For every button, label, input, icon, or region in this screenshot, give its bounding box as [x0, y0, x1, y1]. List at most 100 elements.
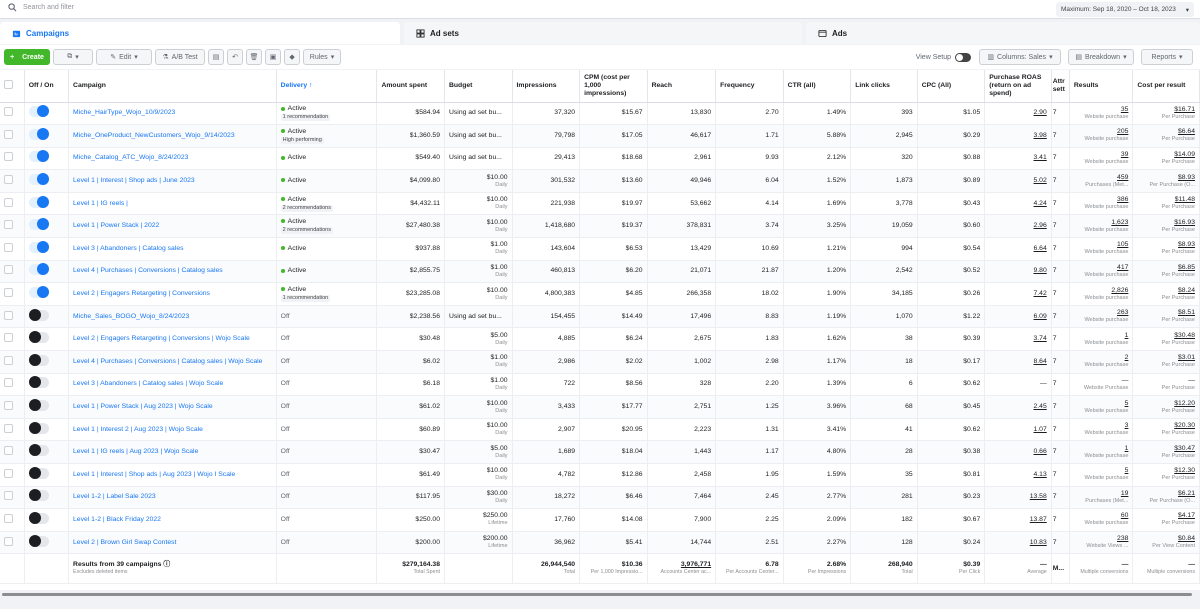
- row-checkbox[interactable]: [4, 355, 13, 365]
- results-value[interactable]: 2,826: [1111, 287, 1128, 294]
- row-select-cell[interactable]: [0, 440, 25, 464]
- roas-value[interactable]: 7.42: [1034, 290, 1047, 297]
- col-amount-spent[interactable]: Amount spent: [376, 70, 445, 103]
- row-checkbox[interactable]: [4, 175, 13, 185]
- row-checkbox[interactable]: [4, 197, 13, 207]
- table-row[interactable]: Level 3 | Abandoners | Catalog sales | W…: [0, 373, 1200, 397]
- campaign-name[interactable]: Level 1 | Power Stack | 2022: [68, 214, 277, 239]
- cost-per-result-value[interactable]: $4.17: [1178, 512, 1195, 519]
- col-cost-per-result[interactable]: Cost per result: [1132, 70, 1200, 103]
- campaign-toggle[interactable]: [28, 127, 49, 140]
- campaign-name[interactable]: Level 1 | Interest | Shop ads | June 202…: [68, 169, 277, 193]
- campaign-name[interactable]: Level 1 | Interest | Shop ads | Aug 2023…: [68, 463, 277, 487]
- roas-value[interactable]: 6.64: [1034, 245, 1047, 252]
- results-value[interactable]: 417: [1117, 264, 1128, 271]
- campaign-name[interactable]: Miche_Catalog_ATC_Wojo_8/24/2023: [68, 147, 277, 171]
- campaign-name[interactable]: Level 1-2 | Black Friday 2022: [68, 508, 277, 532]
- campaign-name-text[interactable]: Level 2 | Brown Girl Swap Contest: [73, 539, 176, 546]
- campaign-name-text[interactable]: Miche_HairType_Wojo_10/9/2023: [73, 109, 175, 116]
- campaign-name[interactable]: Miche_OneProduct_NewCustomers_Wojo_9/14/…: [68, 124, 277, 148]
- table-row[interactable]: Level 2 | Engagers Retargeting | Convers…: [0, 327, 1200, 352]
- results-value[interactable]: 238: [1117, 535, 1128, 542]
- toggle-cell[interactable]: [24, 147, 70, 171]
- campaign-name-text[interactable]: Miche_OneProduct_NewCustomers_Wojo_9/14/…: [73, 132, 235, 139]
- col-impressions[interactable]: Impressions: [512, 70, 581, 103]
- results-value[interactable]: 60: [1121, 512, 1129, 519]
- tab-ads[interactable]: Ads: [806, 22, 1200, 44]
- campaign-name-text[interactable]: Miche_Sales_BOGO_Wojo_8/24/2023: [73, 313, 189, 320]
- results-value[interactable]: 19: [1121, 490, 1129, 497]
- campaign-name-text[interactable]: Level 1 | Interest | Shop ads | Aug 2023…: [73, 471, 235, 478]
- toggle-cell[interactable]: [24, 531, 70, 555]
- campaign-name-text[interactable]: Level 1 | Power Stack | Aug 2023 | Wojo …: [73, 403, 213, 410]
- select-all-header[interactable]: [0, 70, 25, 103]
- row-select-cell[interactable]: [0, 214, 25, 239]
- table-row[interactable]: Miche_Sales_BOGO_Wojo_8/24/2023 Off $2,238…: [0, 305, 1200, 329]
- row-select-cell[interactable]: [0, 463, 25, 487]
- row-select-cell[interactable]: [0, 486, 25, 510]
- roas-value[interactable]: 10.83: [1030, 539, 1047, 546]
- roas-value[interactable]: 13.87: [1030, 516, 1047, 523]
- results-value[interactable]: 386: [1117, 196, 1128, 203]
- row-checkbox[interactable]: [4, 288, 13, 298]
- campaign-name-text[interactable]: Miche_Catalog_ATC_Wojo_8/24/2023: [73, 154, 188, 161]
- table-row[interactable]: Level 1 | Interest 2 | Aug 2023 | Wojo S…: [0, 418, 1200, 442]
- campaign-toggle[interactable]: [28, 173, 49, 186]
- results-value[interactable]: 35: [1121, 106, 1129, 113]
- table-row[interactable]: Level 4 | Purchases | Conversions | Cata…: [0, 350, 1200, 374]
- cost-per-result-value[interactable]: $3.01: [1178, 354, 1195, 361]
- table-row[interactable]: Miche_Catalog_ATC_Wojo_8/24/2023 Active $5…: [0, 147, 1200, 171]
- col-attribution[interactable]: Attr sett: [1051, 70, 1070, 103]
- row-select-cell[interactable]: [0, 147, 25, 171]
- col-frequency[interactable]: Frequency: [715, 70, 784, 103]
- cost-per-result-value[interactable]: $6.64: [1178, 128, 1195, 135]
- toggle-cell[interactable]: [24, 373, 70, 397]
- cost-per-result-value[interactable]: $6.21: [1178, 490, 1195, 497]
- toggle-cell[interactable]: [24, 214, 70, 239]
- toggle-cell[interactable]: [24, 440, 70, 464]
- tag-button[interactable]: ◆: [284, 49, 300, 65]
- table-row[interactable]: Level 3 | Abandoners | Catalog sales Acti…: [0, 237, 1200, 261]
- ab-test-button[interactable]: ⚗ A/B Test: [155, 49, 205, 65]
- campaign-name-text[interactable]: Level 2 | Engagers Retargeting | Convers…: [73, 335, 250, 342]
- roas-value[interactable]: 9.80: [1034, 267, 1047, 274]
- toggle-cell[interactable]: [24, 282, 70, 306]
- row-select-cell[interactable]: [0, 169, 25, 193]
- view-setup-toggle[interactable]: [955, 52, 971, 62]
- cost-per-result-value[interactable]: $20.30: [1174, 422, 1195, 429]
- campaign-toggle[interactable]: [28, 286, 49, 299]
- edit-button[interactable]: ✎ Edit ▾: [96, 49, 152, 65]
- results-value[interactable]: 205: [1117, 128, 1128, 135]
- roas-value[interactable]: 13.58: [1030, 493, 1047, 500]
- row-checkbox[interactable]: [4, 423, 13, 433]
- col-reach[interactable]: Reach: [647, 70, 717, 103]
- toggle-cell[interactable]: [24, 124, 70, 148]
- results-value[interactable]: 3: [1125, 422, 1129, 429]
- results-value[interactable]: 5: [1125, 467, 1129, 474]
- campaign-name-text[interactable]: Level 1 | IG reels |: [73, 200, 128, 207]
- table-row[interactable]: Level 4 | Purchases | Conversions | Cata…: [0, 260, 1200, 284]
- results-value[interactable]: 1: [1125, 445, 1129, 452]
- roas-value[interactable]: 3.98: [1034, 132, 1047, 139]
- roas-value[interactable]: 6.09: [1034, 313, 1047, 320]
- toggle-cell[interactable]: [24, 486, 70, 510]
- col-cpc[interactable]: CPC (All): [917, 70, 986, 103]
- duplicate-button[interactable]: ⧉ ▾: [53, 49, 93, 65]
- columns-button[interactable]: ▥ Columns: Sales ▾: [979, 49, 1061, 65]
- roas-value[interactable]: —: [1040, 380, 1047, 387]
- row-select-cell[interactable]: [0, 531, 25, 555]
- row-select-cell[interactable]: [0, 350, 25, 374]
- cost-per-result-value[interactable]: $8.51: [1178, 309, 1195, 316]
- row-checkbox[interactable]: [4, 152, 13, 162]
- campaign-name[interactable]: Level 1 | Power Stack | Aug 2023 | Wojo …: [68, 395, 277, 419]
- recommendation-badge[interactable]: 2 recommendations: [280, 204, 333, 212]
- search-filter[interactable]: Search and filter: [8, 3, 74, 12]
- scrollbar-thumb[interactable]: [2, 593, 1192, 596]
- table-row[interactable]: Level 2 | Engagers Retargeting | Convers…: [0, 282, 1200, 306]
- campaign-toggle[interactable]: [28, 489, 49, 502]
- results-value[interactable]: 2: [1125, 354, 1129, 361]
- row-select-cell[interactable]: [0, 124, 25, 148]
- row-checkbox[interactable]: [4, 310, 13, 320]
- row-checkbox[interactable]: [4, 513, 13, 523]
- roas-value[interactable]: 8.64: [1034, 358, 1047, 365]
